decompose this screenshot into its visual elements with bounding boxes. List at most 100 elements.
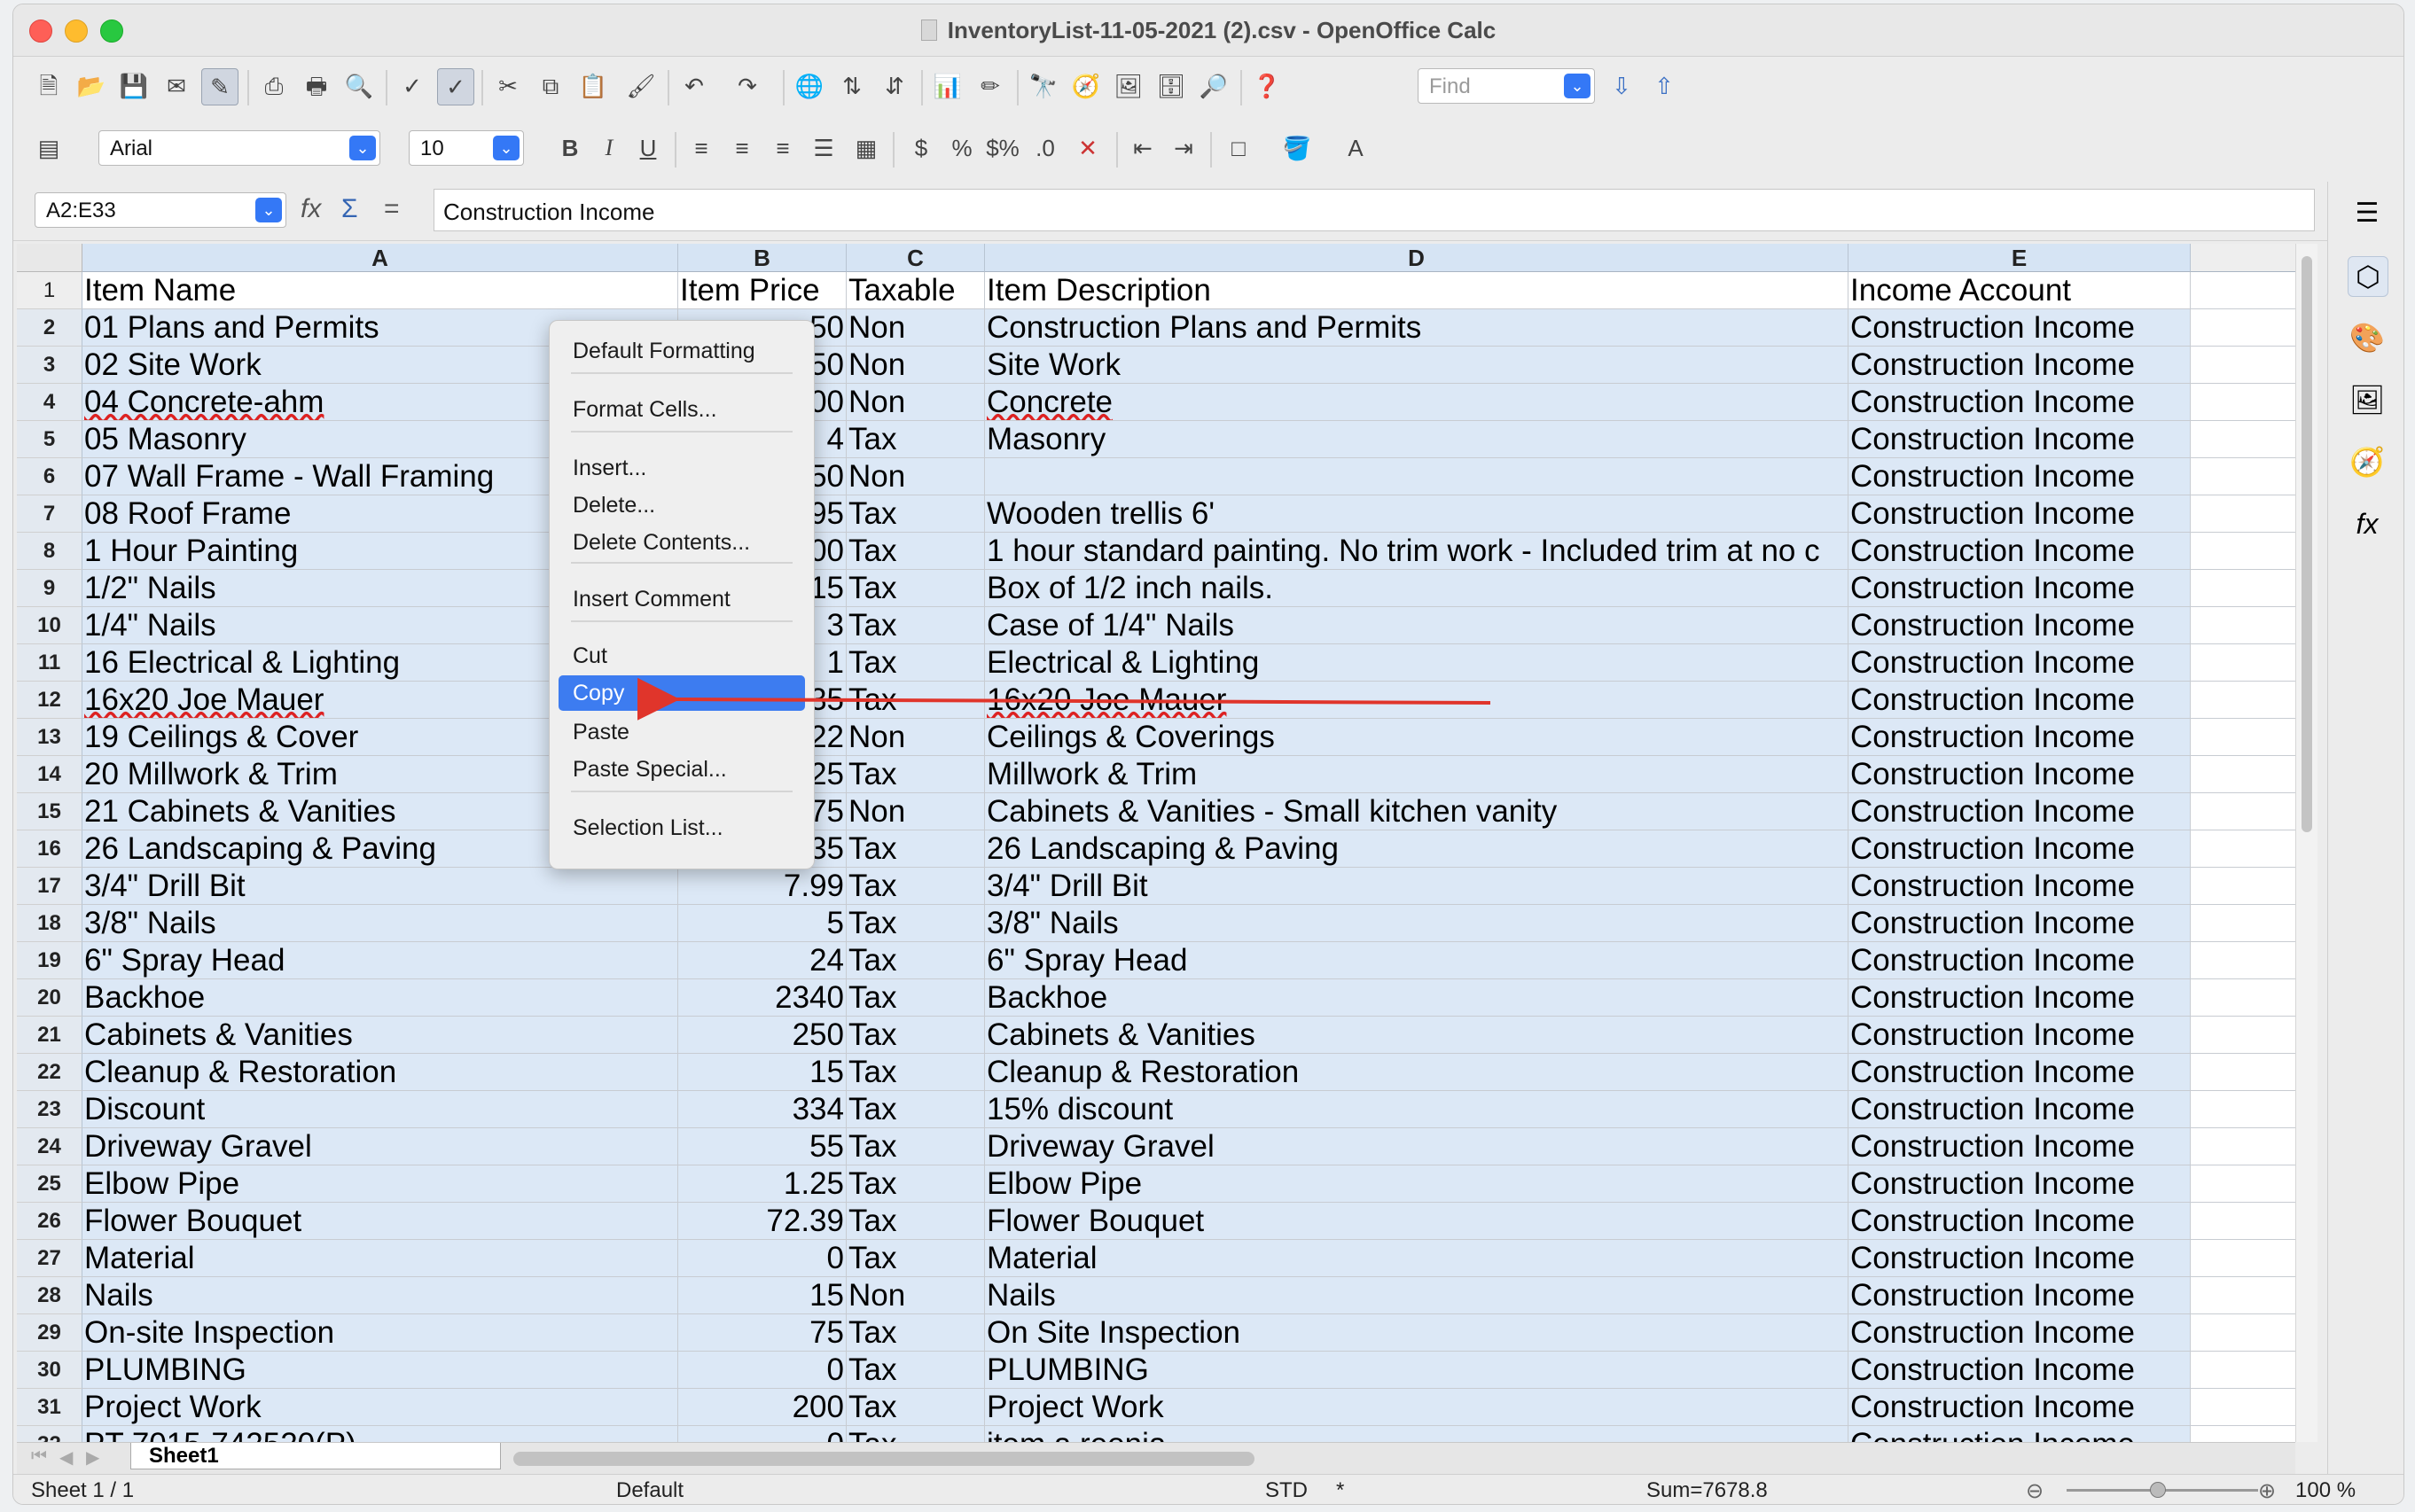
find-dropdown-icon[interactable]: ⌄	[1564, 74, 1590, 98]
edit-file-icon[interactable]: ✎	[201, 68, 238, 105]
cell-b[interactable]: 24	[678, 942, 847, 979]
cell-f[interactable]	[2191, 979, 2295, 1017]
cell-a[interactable]: Nails	[82, 1277, 678, 1314]
copy-icon[interactable]: ⧉	[533, 68, 568, 104]
paste-icon[interactable]: 📋	[575, 68, 611, 104]
cell-e[interactable]: Construction Income	[1848, 458, 2191, 495]
row-header[interactable]: 21	[17, 1017, 82, 1054]
styles-formatting-icon[interactable]: ▤	[31, 130, 66, 166]
row-header[interactable]: 18	[17, 905, 82, 942]
cell-f[interactable]	[2191, 719, 2295, 756]
cell-a[interactable]: Material	[82, 1240, 678, 1277]
cell-a[interactable]: PT 7015-742520(P)	[82, 1426, 678, 1442]
cell-e[interactable]: Construction Income	[1848, 682, 2191, 719]
zoom-out-icon[interactable]: ⊖	[2026, 1478, 2044, 1504]
cell-f[interactable]	[2191, 756, 2295, 793]
cell-d[interactable]: 3/4" Drill Bit	[985, 868, 1848, 905]
cell-d[interactable]: 3/8" Nails	[985, 905, 1848, 942]
menu-item-format-cells[interactable]: Format Cells...	[559, 392, 805, 427]
row-header[interactable]: 14	[17, 756, 82, 793]
zoom-slider-knob[interactable]	[2150, 1482, 2166, 1498]
cell-f[interactable]	[2191, 905, 2295, 942]
cell-a[interactable]: Flower Bouquet	[82, 1203, 678, 1240]
cell-a[interactable]: Elbow Pipe	[82, 1165, 678, 1203]
cell-header-b[interactable]: Item Price	[678, 272, 847, 309]
navigator-icon[interactable]: 🧭	[1068, 68, 1104, 104]
functions-icon[interactable]: fx	[2348, 504, 2387, 543]
sum-icon[interactable]: Σ	[341, 194, 358, 224]
name-box-dropdown-icon[interactable]: ⌄	[255, 198, 282, 222]
cell-d[interactable]: Site Work	[985, 347, 1848, 384]
cell-d[interactable]: Electrical & Lighting	[985, 644, 1848, 682]
cell-f[interactable]	[2191, 533, 2295, 570]
cell-c[interactable]: Non	[847, 458, 985, 495]
cell-d[interactable]: Cleanup & Restoration	[985, 1054, 1848, 1091]
find-input[interactable]: Find ⌄	[1418, 68, 1595, 104]
properties-icon[interactable]: ⬡	[2348, 256, 2388, 297]
cell-d[interactable]: 15% discount	[985, 1091, 1848, 1128]
cell-e[interactable]: Construction Income	[1848, 644, 2191, 682]
cell-c[interactable]: Tax	[847, 942, 985, 979]
navigator-sidebar-icon[interactable]: 🧭	[2348, 442, 2387, 481]
cell-d[interactable]: Cabinets & Vanities	[985, 1017, 1848, 1054]
cell-d[interactable]: Wooden trellis 6'	[985, 495, 1848, 533]
cell-header-e[interactable]: Income Account	[1848, 272, 2191, 309]
cell-c[interactable]: Tax	[847, 421, 985, 458]
cell-e[interactable]: Construction Income	[1848, 533, 2191, 570]
cell-f[interactable]	[2191, 1054, 2295, 1091]
row-header[interactable]: 22	[17, 1054, 82, 1091]
cell-e[interactable]: Construction Income	[1848, 793, 2191, 830]
cell-e[interactable]: Construction Income	[1848, 756, 2191, 793]
font-name-combo[interactable]: Arial ⌄	[98, 130, 380, 166]
row-header[interactable]: 16	[17, 830, 82, 868]
cell-d[interactable]: Material	[985, 1240, 1848, 1277]
font-size-dropdown-icon[interactable]: ⌄	[493, 136, 520, 160]
add-decimal-icon[interactable]: .0	[1028, 130, 1063, 166]
cell-e[interactable]: Construction Income	[1848, 495, 2191, 533]
cell-a[interactable]: Backhoe	[82, 979, 678, 1017]
row-header[interactable]: 30	[17, 1352, 82, 1389]
standard-number-format-icon[interactable]: $%	[985, 130, 1020, 166]
cell-c[interactable]: Tax	[847, 495, 985, 533]
cell-d[interactable]: Elbow Pipe	[985, 1165, 1848, 1203]
function-equals-icon[interactable]: =	[384, 194, 400, 224]
cell-c[interactable]: Tax	[847, 1426, 985, 1442]
cell-b[interactable]: 0	[678, 1352, 847, 1389]
cell-b[interactable]: 15	[678, 1277, 847, 1314]
currency-format-icon[interactable]: $	[903, 130, 939, 166]
cell-c[interactable]: Tax	[847, 868, 985, 905]
cell-f[interactable]	[2191, 942, 2295, 979]
clone-formatting-icon[interactable]: 🖌	[623, 68, 659, 104]
cell-e[interactable]: Construction Income	[1848, 421, 2191, 458]
cell-a[interactable]: PLUMBING	[82, 1352, 678, 1389]
print-preview-icon[interactable]: 🔍	[341, 68, 377, 104]
cell-f[interactable]	[2191, 1352, 2295, 1389]
cell-c[interactable]: Tax	[847, 1091, 985, 1128]
row-header[interactable]: 24	[17, 1128, 82, 1165]
align-left-icon[interactable]: ≡	[684, 130, 719, 166]
cell-e[interactable]: Construction Income	[1848, 607, 2191, 644]
cell-c[interactable]: Tax	[847, 1203, 985, 1240]
sidebar-menu-icon[interactable]: ☰	[2348, 194, 2387, 233]
cell-e[interactable]: Construction Income	[1848, 1165, 2191, 1203]
next-sheet-nav-icon[interactable]: ▶	[86, 1446, 99, 1469]
help-icon[interactable]: ❓	[1249, 68, 1285, 104]
cell-f[interactable]	[2191, 495, 2295, 533]
justify-icon[interactable]: ☰	[806, 130, 841, 166]
cell-d[interactable]: Driveway Gravel	[985, 1128, 1848, 1165]
menu-item-cut[interactable]: Cut	[559, 638, 805, 674]
email-icon[interactable]: ✉	[159, 68, 194, 104]
cell-f[interactable]	[2191, 1203, 2295, 1240]
cell-d[interactable]: 16x20 Joe Mauer	[985, 682, 1848, 719]
cell-f[interactable]	[2191, 607, 2295, 644]
cell-f[interactable]	[2191, 309, 2295, 347]
cell-c[interactable]: Tax	[847, 905, 985, 942]
row-header[interactable]: 29	[17, 1314, 82, 1352]
cell-e[interactable]: Construction Income	[1848, 1426, 2191, 1442]
italic-button[interactable]: I	[591, 130, 627, 166]
cell-f[interactable]	[2191, 793, 2295, 830]
cell-d[interactable]: Backhoe	[985, 979, 1848, 1017]
row-header[interactable]: 4	[17, 384, 82, 421]
cell-d[interactable]: Nails	[985, 1277, 1848, 1314]
cell-b[interactable]: 75	[678, 1314, 847, 1352]
